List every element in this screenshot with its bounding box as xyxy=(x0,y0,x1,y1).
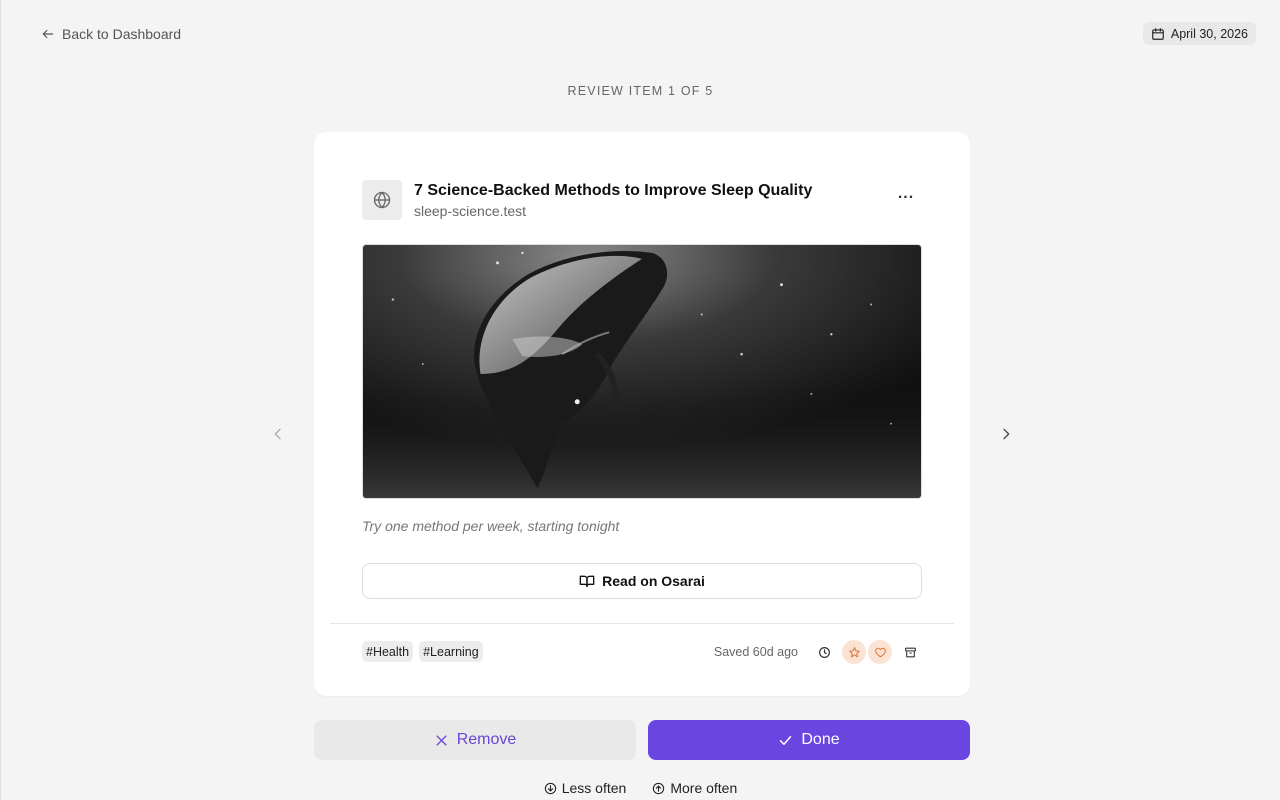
card-footer-actions: Saved 60d ago xyxy=(714,640,922,664)
arrow-down-circle-icon xyxy=(544,782,556,794)
read-on-osarai-button[interactable]: Read on Osarai xyxy=(362,563,922,599)
review-page: Back to Dashboard April 30, 2026 REVIEW … xyxy=(0,0,1280,800)
favorite-button[interactable] xyxy=(842,640,866,664)
remove-button-label: Remove xyxy=(456,731,517,748)
archive-button[interactable] xyxy=(898,640,922,664)
less-often-label: Less often xyxy=(561,780,627,796)
more-options-button[interactable]: ... xyxy=(894,184,918,204)
article-cover-image xyxy=(362,244,922,499)
archive-icon xyxy=(904,647,916,657)
clock-icon xyxy=(818,646,830,658)
date-badge: April 30, 2026 xyxy=(1142,22,1256,45)
done-button-label: Done xyxy=(801,731,840,748)
card-divider xyxy=(330,623,954,624)
chevron-right-icon xyxy=(1003,428,1010,440)
arrow-left-icon xyxy=(42,29,54,39)
x-icon xyxy=(436,735,447,745)
arrow-up-circle-icon xyxy=(653,782,665,794)
tag-health[interactable]: #Health xyxy=(362,641,414,662)
chevron-left-icon xyxy=(274,428,281,440)
date-label: April 30, 2026 xyxy=(1170,26,1248,41)
back-to-dashboard-link[interactable]: Back to Dashboard xyxy=(41,25,181,43)
book-open-icon xyxy=(579,575,595,587)
back-link-label: Back to Dashboard xyxy=(62,26,182,42)
globe-icon xyxy=(373,191,391,209)
more-often-label: More often xyxy=(670,780,738,796)
more-often-button[interactable]: More often xyxy=(652,779,737,797)
tag-learning[interactable]: #Learning xyxy=(419,641,483,662)
review-counter: REVIEW ITEM 1 OF 5 xyxy=(567,84,714,98)
read-button-label: Read on Osarai xyxy=(602,573,705,589)
article-note: Try one method per week, starting tonigh… xyxy=(362,518,620,534)
tag-list: #Health #Learning xyxy=(362,641,483,662)
heart-icon xyxy=(874,647,886,657)
saved-timestamp: Saved 60d ago xyxy=(713,645,798,659)
love-button[interactable] xyxy=(868,640,892,664)
done-button[interactable]: Done xyxy=(648,720,970,760)
star-icon xyxy=(848,646,860,657)
article-domain: sleep-science.test xyxy=(414,203,527,219)
frequency-controls: Less often More often xyxy=(1,779,1280,797)
article-title[interactable]: 7 Science-Backed Methods to Improve Slee… xyxy=(414,181,884,201)
snooze-button[interactable] xyxy=(812,640,836,664)
check-icon xyxy=(780,735,792,745)
less-often-button[interactable]: Less often xyxy=(544,779,627,797)
remove-button[interactable]: Remove xyxy=(314,720,636,760)
review-card: 7 Science-Backed Methods to Improve Slee… xyxy=(314,132,970,696)
underwater-figure-photo xyxy=(363,245,921,498)
site-favicon xyxy=(362,180,402,220)
previous-item-button[interactable] xyxy=(268,424,288,444)
calendar-icon xyxy=(1152,27,1164,40)
next-item-button[interactable] xyxy=(996,424,1016,444)
